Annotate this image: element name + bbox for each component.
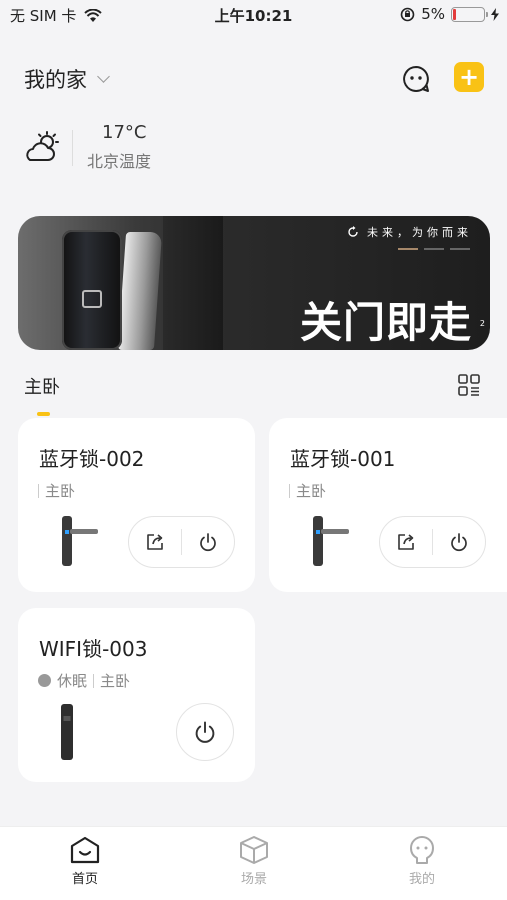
cube-icon xyxy=(240,836,268,864)
device-room: 主卧 xyxy=(100,672,131,690)
share-icon xyxy=(398,534,414,550)
home-icon xyxy=(70,836,100,864)
device-card[interactable]: 蓝牙锁-001 主卧 xyxy=(269,418,507,592)
smart-lock-icon xyxy=(61,704,73,760)
banner-dot-1 xyxy=(398,248,418,250)
status-bar: 无 SIM 卡 上午10:21 5% xyxy=(0,0,507,30)
banner-page-number: 2 xyxy=(479,319,485,328)
banner-lock-handle xyxy=(117,232,163,350)
tab-label: 场景 xyxy=(240,872,267,887)
bottom-tab-bar: 首页 场景 我的 xyxy=(0,826,507,900)
power-icon xyxy=(451,533,467,552)
add-device-button[interactable]: + xyxy=(454,62,484,92)
door-lock-icon xyxy=(313,516,349,566)
weather-divider xyxy=(72,130,73,166)
temperature-label: 北京温度 xyxy=(87,152,152,171)
refresh-icon xyxy=(348,226,358,237)
home-name: 我的家 xyxy=(24,68,87,92)
banner-pagination xyxy=(398,248,470,250)
device-status: 休眠 xyxy=(57,672,88,690)
partly-cloudy-icon xyxy=(26,131,59,161)
promo-banner[interactable]: 未来，为你而来 关门即走 2 xyxy=(18,216,490,350)
device-controls xyxy=(128,516,235,568)
orientation-lock-icon xyxy=(400,7,415,21)
status-dot xyxy=(38,674,51,687)
device-room: 主卧 xyxy=(296,482,327,500)
device-meta: 休眠 主卧 xyxy=(38,670,130,691)
banner-tagline-row: 未来，为你而来 xyxy=(347,224,472,240)
device-name: 蓝牙锁-002 xyxy=(39,447,145,471)
power-icon xyxy=(195,721,215,743)
room-tab-master-bedroom[interactable]: 主卧 xyxy=(24,373,60,399)
device-card[interactable]: 蓝牙锁-002 主卧 xyxy=(18,418,255,592)
tab-label: 首页 xyxy=(71,872,98,887)
battery-percent: 5% xyxy=(421,5,445,23)
banner-headline: 关门即走 xyxy=(299,298,472,347)
home-selector[interactable]: 我的家 xyxy=(24,64,110,94)
banner-lock-keypad xyxy=(82,290,102,308)
battery-icon xyxy=(451,6,488,22)
meta-divider xyxy=(289,483,290,498)
share-button[interactable] xyxy=(129,517,181,567)
door-lock-icon xyxy=(62,516,98,566)
device-controls xyxy=(379,516,486,568)
chevron-down-icon xyxy=(97,69,110,83)
tab-scenes[interactable]: 场景 xyxy=(214,835,294,887)
banner-dot-2 xyxy=(424,248,444,250)
power-icon xyxy=(200,533,216,552)
meta-divider xyxy=(93,673,95,688)
banner-door xyxy=(163,216,223,350)
device-name: WIFI锁-003 xyxy=(39,637,148,661)
device-card[interactable]: WIFI锁-003 休眠 主卧 xyxy=(18,608,255,782)
charging-icon xyxy=(491,7,499,21)
temperature: 17°C xyxy=(102,122,147,143)
power-button[interactable] xyxy=(182,517,234,567)
meta-divider xyxy=(38,483,39,498)
banner-tagline: 未来，为你而来 xyxy=(367,226,472,239)
device-name: 蓝牙锁-001 xyxy=(290,447,396,471)
tab-profile[interactable]: 我的 xyxy=(382,835,462,887)
device-room: 主卧 xyxy=(45,482,76,500)
chat-icon[interactable] xyxy=(401,64,431,94)
device-meta: 主卧 xyxy=(38,480,75,501)
tab-label: 我的 xyxy=(408,872,435,887)
room-tab-indicator xyxy=(37,412,50,416)
share-button[interactable] xyxy=(380,517,432,567)
plus-icon: + xyxy=(458,63,480,91)
profile-icon xyxy=(410,836,434,864)
banner-dot-3 xyxy=(450,248,470,250)
device-meta: 主卧 xyxy=(289,480,326,501)
share-icon xyxy=(147,534,163,550)
power-button[interactable] xyxy=(176,703,234,761)
room-list-icon[interactable] xyxy=(458,374,480,396)
power-button[interactable] xyxy=(433,517,485,567)
tab-home[interactable]: 首页 xyxy=(45,835,125,887)
